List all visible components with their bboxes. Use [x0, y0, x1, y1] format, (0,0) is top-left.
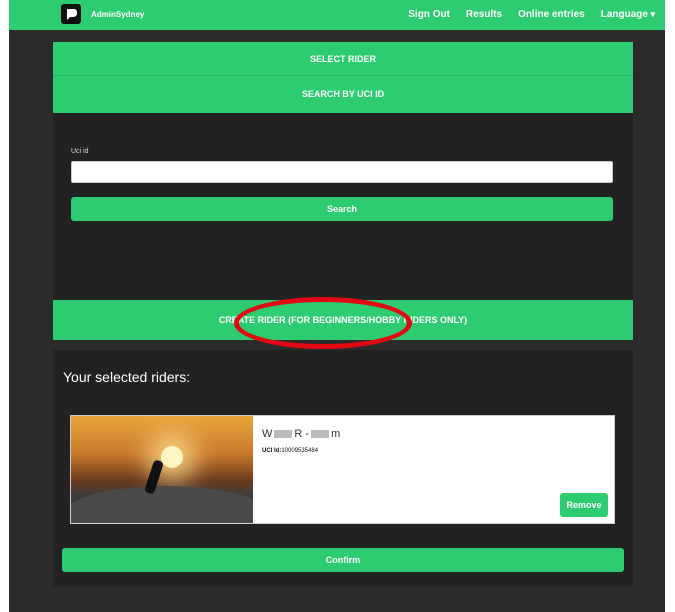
remove-rider-button[interactable]: Remove — [560, 493, 608, 517]
nav-links: Sign Out Results Online entries Language — [392, 9, 655, 20]
uci-id-input[interactable] — [71, 161, 613, 183]
rider-uci-id: UCI Id:10009535484 — [262, 448, 318, 454]
top-navbar: AdminSydney Sign Out Results Online entr… — [9, 0, 665, 30]
nav-online-entries[interactable]: Online entries — [518, 9, 585, 20]
nav-sign-out[interactable]: Sign Out — [408, 9, 450, 20]
uci-id-label: Uci id — [71, 148, 89, 155]
redaction-block — [274, 430, 293, 439]
select-rider-panel: SELECT RIDER SEARCH BY UCI ID Uci id Sea… — [53, 42, 633, 340]
selected-riders-panel: Your selected riders: W R - m UCI Id:10009… — [53, 350, 633, 587]
rider-uci-label: UCI Id: — [262, 448, 282, 454]
tab-search-by-uci[interactable]: SEARCH BY UCI ID — [53, 76, 633, 113]
rider-photo — [71, 416, 253, 523]
tab-select-rider[interactable]: SELECT RIDER — [53, 42, 633, 76]
confirm-button[interactable]: Confirm — [62, 548, 624, 572]
sun-shape — [161, 446, 183, 468]
skatepark-ramp-shape — [71, 486, 253, 523]
brand-logo-icon[interactable] — [61, 4, 81, 24]
selected-riders-title: Your selected riders: — [63, 369, 191, 385]
nav-results[interactable]: Results — [466, 9, 502, 20]
rider-card: W R - m UCI Id:10009535484 Remove — [70, 415, 615, 524]
brand-name[interactable]: AdminSydney — [91, 10, 144, 19]
rider-name: WR -m — [262, 428, 340, 440]
red-highlight-ellipse — [234, 297, 412, 349]
nav-language-dropdown[interactable]: Language — [601, 9, 655, 20]
search-button[interactable]: Search — [71, 197, 613, 221]
redaction-block — [311, 430, 330, 439]
rider-name-last: m — [331, 428, 341, 440]
rider-uci-value: 10009535484 — [281, 448, 319, 454]
rider-name-first: W — [262, 428, 273, 440]
rider-name-mid: R - — [294, 428, 310, 440]
